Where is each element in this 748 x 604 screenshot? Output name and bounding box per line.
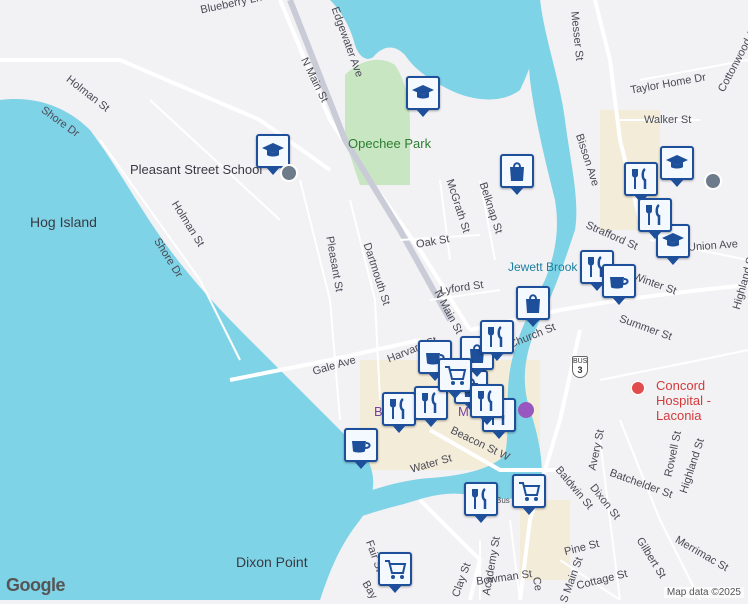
- google-logo: Google: [6, 575, 66, 595]
- cafe-marker-icon[interactable]: [602, 264, 636, 305]
- dixon-point-label: Dixon Point: [236, 554, 308, 570]
- shopping-cart-marker-icon[interactable]: [378, 552, 412, 593]
- school-marker-icon[interactable]: [406, 76, 440, 117]
- restaurant-marker-icon[interactable]: [382, 392, 416, 433]
- opechee-park-area: [345, 59, 410, 185]
- shopping-bag-marker-icon[interactable]: [500, 154, 534, 195]
- library-marker-icon[interactable]: [518, 402, 534, 418]
- restaurant-marker-icon[interactable]: [624, 162, 658, 203]
- opechee-park-label: Opechee Park: [348, 136, 432, 151]
- cafe-marker-icon[interactable]: [344, 428, 378, 469]
- poi-dot-icon[interactable]: [704, 172, 722, 190]
- street-label: Ce: [529, 576, 545, 592]
- map-attribution: Map data ©2025: [663, 587, 744, 598]
- jewett-brook-label: Jewett Brook: [508, 260, 578, 274]
- route-shield-number: 3: [577, 365, 583, 375]
- street-label: Walker St: [644, 114, 692, 126]
- shopping-cart-marker-icon[interactable]: [438, 358, 472, 399]
- hospital-marker-icon[interactable]: [630, 380, 646, 396]
- school-marker-icon[interactable]: [256, 134, 290, 175]
- poi-dot-icon[interactable]: [280, 164, 298, 182]
- school-marker-icon[interactable]: [660, 146, 694, 187]
- route-3-shield: BUS 3: [572, 356, 588, 378]
- street-label: Bus: [496, 496, 510, 505]
- restaurant-marker-icon[interactable]: [464, 482, 498, 523]
- concord-hospital-label: Concord Hospital - Laconia: [656, 378, 711, 423]
- hog-island-label: Hog Island: [30, 214, 97, 230]
- shopping-bag-marker-icon[interactable]: [516, 286, 550, 327]
- restaurant-marker-icon[interactable]: [638, 198, 672, 239]
- shopping-cart-marker-icon[interactable]: [512, 474, 546, 515]
- restaurant-marker-icon[interactable]: [480, 320, 514, 361]
- restaurant-marker-icon[interactable]: [470, 384, 504, 425]
- pleasant-street-school-label: Pleasant Street School: [130, 162, 263, 177]
